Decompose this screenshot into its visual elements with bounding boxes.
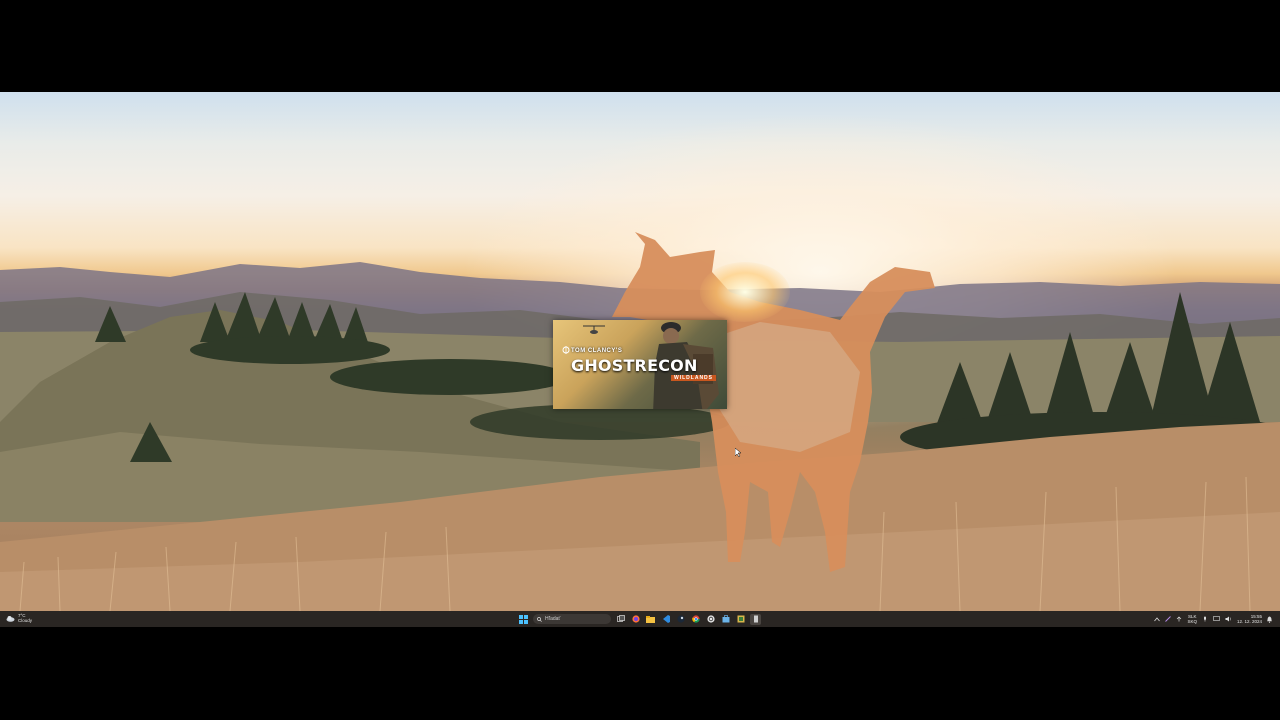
taskbar-search[interactable]: Hľadať: [533, 614, 611, 624]
clock-date: 12. 12. 2024: [1236, 619, 1262, 624]
cloud-icon: [6, 615, 15, 622]
language-indicator[interactable]: SLK SKQ: [1187, 614, 1197, 624]
task-view-icon[interactable]: [615, 614, 626, 625]
game-title: GHOSTRECON: [571, 356, 698, 375]
speaker-icon[interactable]: [1225, 616, 1232, 622]
language-bottom: SKQ: [1187, 619, 1197, 624]
tom-clancy-logo-icon: [562, 346, 570, 354]
windows-start-icon[interactable]: [518, 614, 529, 625]
game-icon[interactable]: [735, 614, 746, 625]
mouse-cursor-icon: [735, 448, 741, 457]
game-splash-screen: TOM CLANCY'S GHOSTRECON WILDLANDS: [553, 320, 727, 409]
app-icon[interactable]: [750, 613, 761, 625]
firefox-icon[interactable]: [630, 614, 641, 625]
steam-icon[interactable]: [675, 614, 686, 625]
network-icon[interactable]: [1176, 616, 1182, 622]
publisher-line: TOM CLANCY'S: [571, 348, 623, 354]
weather-condition: Cloudy: [18, 618, 33, 623]
notification-bell-icon[interactable]: [1267, 616, 1272, 623]
taskbar-center: Hľadať: [518, 611, 761, 627]
game-subtitle: WILDLANDS: [671, 375, 716, 381]
store-icon[interactable]: [720, 614, 731, 625]
monitor-icon[interactable]: [1213, 616, 1220, 622]
chrome-icon[interactable]: [690, 614, 701, 625]
vscode-icon[interactable]: [660, 614, 671, 625]
chevron-up-icon[interactable]: [1154, 616, 1161, 622]
file-explorer-icon[interactable]: [645, 614, 656, 625]
letterbox-bottom: [0, 627, 1280, 720]
ubisoft-icon[interactable]: [705, 614, 716, 625]
letterbox-top: [0, 0, 1280, 92]
taskbar: 7°C Cloudy Hľadať SLK SKQ 15:55 12. 12. …: [0, 611, 1280, 627]
mic-icon[interactable]: [1202, 616, 1208, 622]
search-icon: [537, 616, 542, 622]
system-tray: SLK SKQ 15:55 12. 12. 2024: [1154, 611, 1272, 627]
clock[interactable]: 15:55 12. 12. 2024: [1237, 614, 1262, 624]
sun: [700, 262, 790, 322]
drone-icon: [583, 325, 605, 334]
pen-icon[interactable]: [1165, 616, 1172, 622]
search-placeholder: Hľadať: [545, 616, 561, 622]
weather-widget[interactable]: 7°C Cloudy: [6, 613, 32, 623]
